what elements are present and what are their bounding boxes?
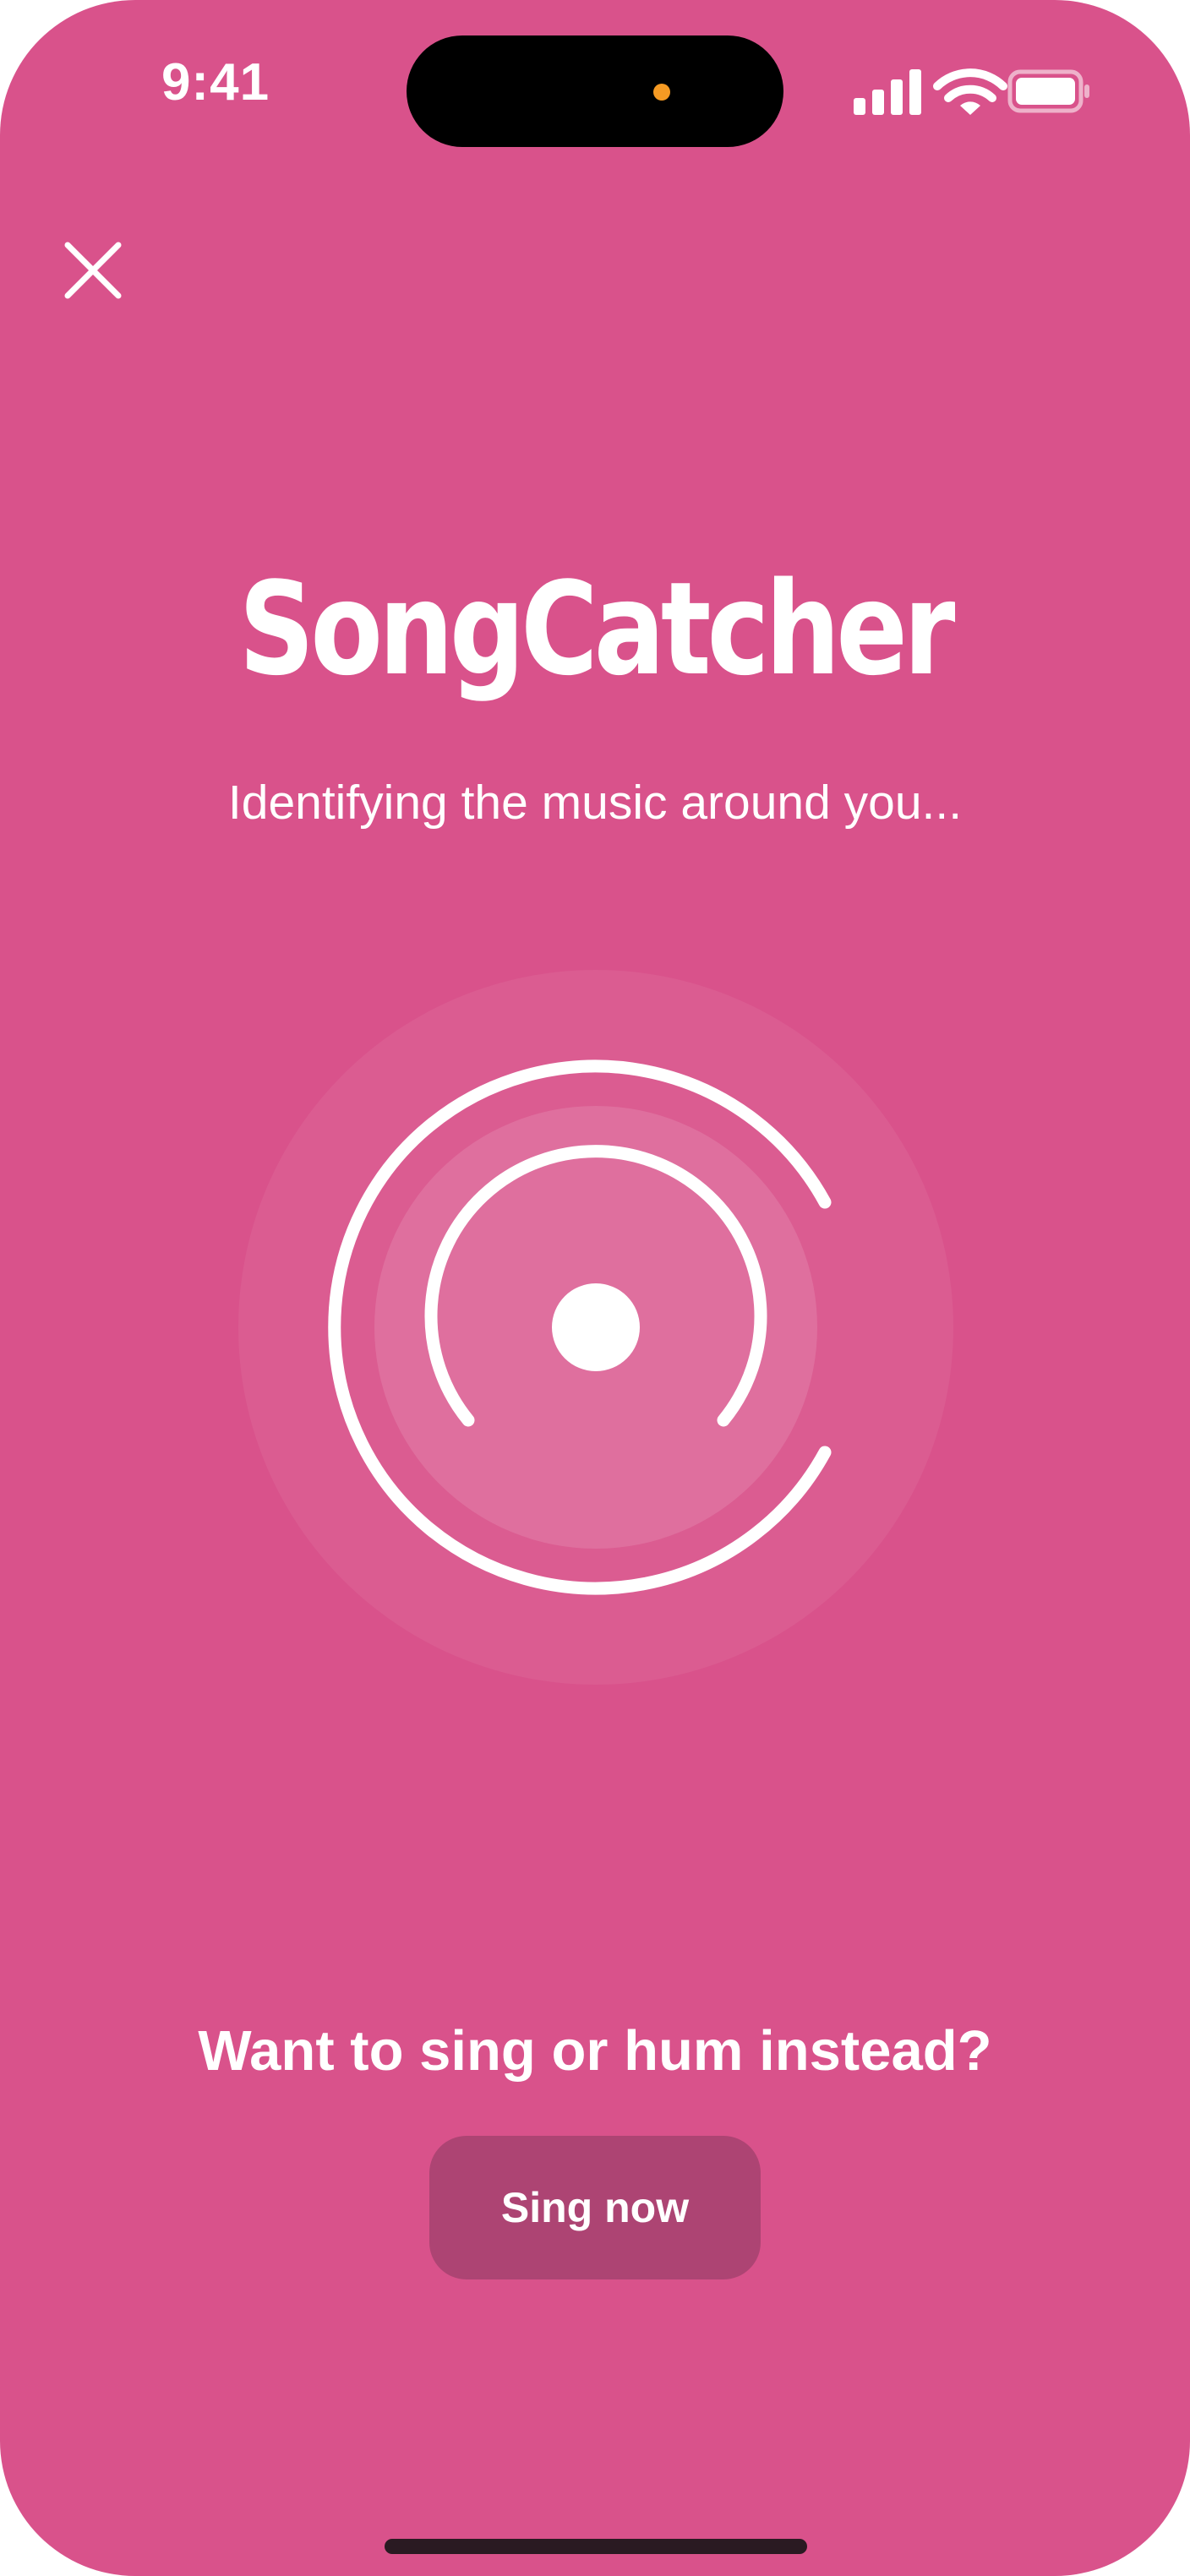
status-subtitle: Identifying the music around you... (227, 776, 963, 830)
dynamic-island (407, 35, 783, 147)
privacy-indicator-dot (653, 84, 670, 101)
listening-indicator (238, 970, 953, 1685)
close-icon (64, 242, 122, 299)
wifi-icon (933, 68, 1007, 115)
status-icons (849, 68, 1094, 118)
home-indicator[interactable] (385, 2539, 807, 2554)
sing-prompt: Want to sing or hum instead? (198, 2019, 992, 2083)
listening-rings-icon (238, 970, 953, 1685)
close-button[interactable] (51, 228, 135, 313)
battery-icon (1007, 69, 1089, 113)
status-time: 9:41 (161, 53, 270, 112)
sing-now-button[interactable]: Sing now (429, 2136, 761, 2279)
cellular-signal-icon (854, 69, 921, 115)
app-title: SongCatcher (238, 554, 955, 704)
phone-screen: 9:41 SongCatcher Identifying the music a… (0, 0, 1190, 2576)
